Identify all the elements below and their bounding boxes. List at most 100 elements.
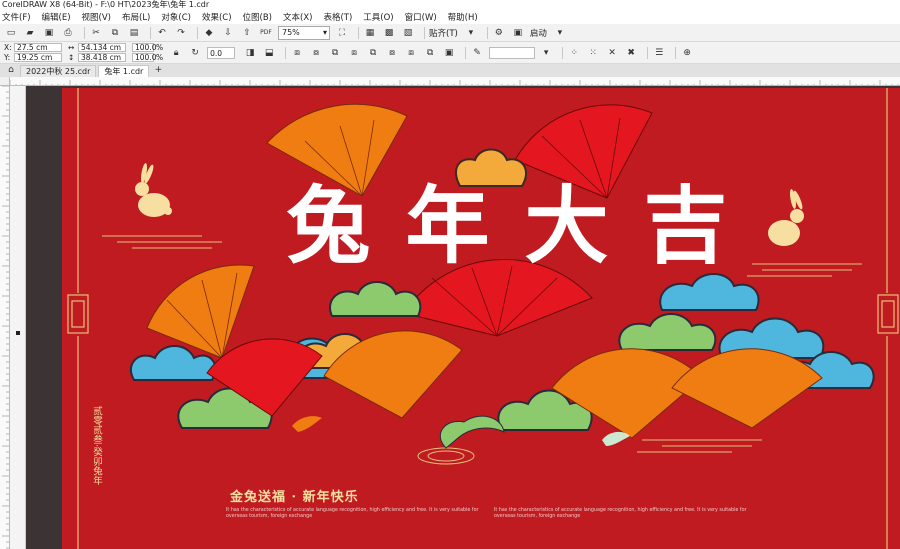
application-launcher-icon[interactable]: ▣: [511, 26, 525, 40]
title-bar: CorelDRAW X8 (64-Bit) - F:\0 HT\2023兔年\兔…: [0, 0, 900, 10]
caption-left-line2: overseas tourism, foreign exchange: [226, 514, 313, 519]
height-input[interactable]: 38.418 cm: [78, 53, 126, 62]
document-tab-bar: ⌂ 2022中秋 25.cdr 兔年 1.cdr +: [0, 64, 900, 77]
menu-bitmaps[interactable]: 位图(B): [243, 11, 272, 23]
tab-rabbit-year[interactable]: 兔年 1.cdr: [98, 65, 150, 77]
create-boundary-icon[interactable]: ▣: [442, 46, 456, 60]
menu-help[interactable]: 帮助(H): [448, 11, 478, 23]
size-fields: ↔ 54.134 cm ↕ 38.418 cm: [68, 43, 126, 63]
standard-toolbar: ▭ ▰ ▣ ⎙ ✂ ⧉ ▤ ↶ ↷ ◆ ⇩ ⇧ PDF 75% ⛶ ▦ ▩ ▧ …: [0, 24, 900, 42]
poster-artwork: [67, 88, 899, 549]
caption-right: It has the characteristics of accurate l…: [494, 508, 747, 520]
menu-edit[interactable]: 编辑(E): [42, 11, 71, 23]
mirror-vertical-icon[interactable]: ⬓: [262, 46, 276, 60]
new-document-icon[interactable]: ▭: [4, 26, 18, 40]
intersect-icon[interactable]: ⧉: [366, 46, 380, 60]
full-screen-icon[interactable]: ⛶: [335, 26, 349, 40]
separator: [486, 26, 488, 39]
print-icon[interactable]: ⎙: [61, 26, 75, 40]
add-tab-icon[interactable]: +: [151, 63, 165, 77]
scale-y-input[interactable]: 100.0: [132, 53, 156, 62]
node-edit-icon[interactable]: ⁘: [567, 46, 581, 60]
menu-window[interactable]: 窗口(W): [405, 11, 437, 23]
ruler-origin[interactable]: [0, 77, 10, 86]
chevron-down-icon[interactable]: ▾: [553, 26, 567, 40]
mirror-horizontal-icon[interactable]: ◨: [243, 46, 257, 60]
front-minus-back-icon[interactable]: ⧈: [404, 46, 418, 60]
add-icon[interactable]: ⊕: [680, 46, 694, 60]
coreldraw-window: CorelDRAW X8 (64-Bit) - F:\0 HT\2023兔年\兔…: [0, 0, 900, 549]
import-icon[interactable]: ⇩: [221, 26, 235, 40]
position-fields: X: 27.5 cm Y: 19.25 cm: [4, 43, 62, 63]
snap-to-menu[interactable]: 贴齐(T): [429, 27, 458, 39]
toolbox-markers: [16, 331, 20, 335]
title-char-3: 大: [524, 177, 608, 275]
redo-icon[interactable]: ↷: [174, 26, 188, 40]
undo-icon[interactable]: ↶: [155, 26, 169, 40]
save-icon[interactable]: ▣: [42, 26, 56, 40]
launch-label[interactable]: 启动: [530, 27, 547, 39]
menu-effects[interactable]: 效果(C): [202, 11, 232, 23]
menu-table[interactable]: 表格(T): [323, 11, 352, 23]
title-char-4: 吉: [643, 177, 727, 275]
menu-text[interactable]: 文本(X): [283, 11, 312, 23]
artboard-rabbit-year-poster[interactable]: 兔 年 大 吉 金兔送福 · 新年快乐 贰零贰叁·癸卯兔年 It has the…: [62, 88, 900, 549]
horizontal-ruler[interactable]: [10, 77, 900, 86]
copy-icon[interactable]: ⧉: [108, 26, 122, 40]
back-minus-front-icon[interactable]: ⧉: [423, 46, 437, 60]
break-apart-icon[interactable]: ⧇: [309, 46, 323, 60]
tab-2022-mid-autumn[interactable]: 2022中秋 25.cdr: [20, 65, 97, 77]
simplify-icon[interactable]: ⧇: [385, 46, 399, 60]
property-bar: X: 27.5 cm Y: 19.25 cm ↔ 54.134 cm ↕ 38.418 …: [0, 42, 900, 64]
connect-nodes-icon[interactable]: ⁙: [586, 46, 600, 60]
title-char-1: 兔: [286, 177, 370, 275]
height-icon: ↕: [68, 53, 75, 62]
drawing-canvas[interactable]: 兔 年 大 吉 金兔送福 · 新年快乐 贰零贰叁·癸卯兔年 It has the…: [26, 86, 900, 549]
trim-icon[interactable]: ⧈: [347, 46, 361, 60]
rabbit-left-icon: [135, 163, 172, 217]
options-gear-icon[interactable]: ⚙: [492, 26, 506, 40]
export-icon[interactable]: ⇧: [240, 26, 254, 40]
zoom-level-select[interactable]: 75%: [278, 25, 330, 40]
scale-fields: 100.0% 100.0%: [132, 43, 163, 63]
rotation-icon[interactable]: ↻: [188, 46, 202, 60]
show-grid-icon[interactable]: ▩: [382, 26, 396, 40]
folding-fan-left: [146, 264, 255, 359]
x-label: X:: [4, 43, 12, 52]
y-label: Y:: [4, 53, 11, 62]
y-position-input[interactable]: 19.25 cm: [14, 53, 62, 62]
publish-pdf-icon[interactable]: PDF: [259, 26, 273, 40]
width-input[interactable]: 54.134 cm: [78, 43, 126, 52]
scale-x-input[interactable]: 100.0: [132, 43, 156, 52]
show-rulers-icon[interactable]: ▦: [363, 26, 377, 40]
cut-icon[interactable]: ✂: [89, 26, 103, 40]
x-position-input[interactable]: 27.5 cm: [14, 43, 62, 52]
chevron-down-icon[interactable]: ▾: [539, 46, 553, 60]
rotation-angle-input[interactable]: 0.0: [207, 46, 236, 59]
paste-icon[interactable]: ▤: [127, 26, 141, 40]
combine-icon[interactable]: ⧈: [290, 46, 304, 60]
chevron-down-icon[interactable]: ▾: [464, 26, 478, 40]
menu-file[interactable]: 文件(F): [2, 11, 31, 23]
outline-width-select[interactable]: [489, 46, 536, 59]
rabbit-right-icon: [768, 189, 804, 246]
delete-node-icon[interactable]: ✖: [624, 46, 638, 60]
outline-pen-icon[interactable]: ✎: [470, 46, 484, 60]
search-content-icon[interactable]: ◆: [202, 26, 216, 40]
weld-icon[interactable]: ⧉: [328, 46, 342, 60]
disconnect-icon[interactable]: ✕: [605, 46, 619, 60]
show-guidelines-icon[interactable]: ▧: [401, 26, 415, 40]
vertical-ruler-ticks: [2, 86, 9, 549]
home-icon[interactable]: ⌂: [4, 63, 18, 77]
menu-tools[interactable]: 工具(O): [363, 11, 393, 23]
menu-object[interactable]: 对象(C): [161, 11, 191, 23]
align-distribute-icon[interactable]: ☰: [652, 46, 666, 60]
menu-layout[interactable]: 布局(L): [122, 11, 150, 23]
title-char-2: 年: [405, 177, 489, 275]
lock-ratio-icon[interactable]: 🔒︎: [169, 46, 183, 60]
vertical-ruler[interactable]: [0, 86, 10, 549]
menu-view[interactable]: 视图(V): [82, 11, 111, 23]
open-folder-icon[interactable]: ▰: [23, 26, 37, 40]
caption-right-line2: overseas tourism, foreign exchange: [494, 514, 581, 519]
separator: [358, 26, 359, 39]
